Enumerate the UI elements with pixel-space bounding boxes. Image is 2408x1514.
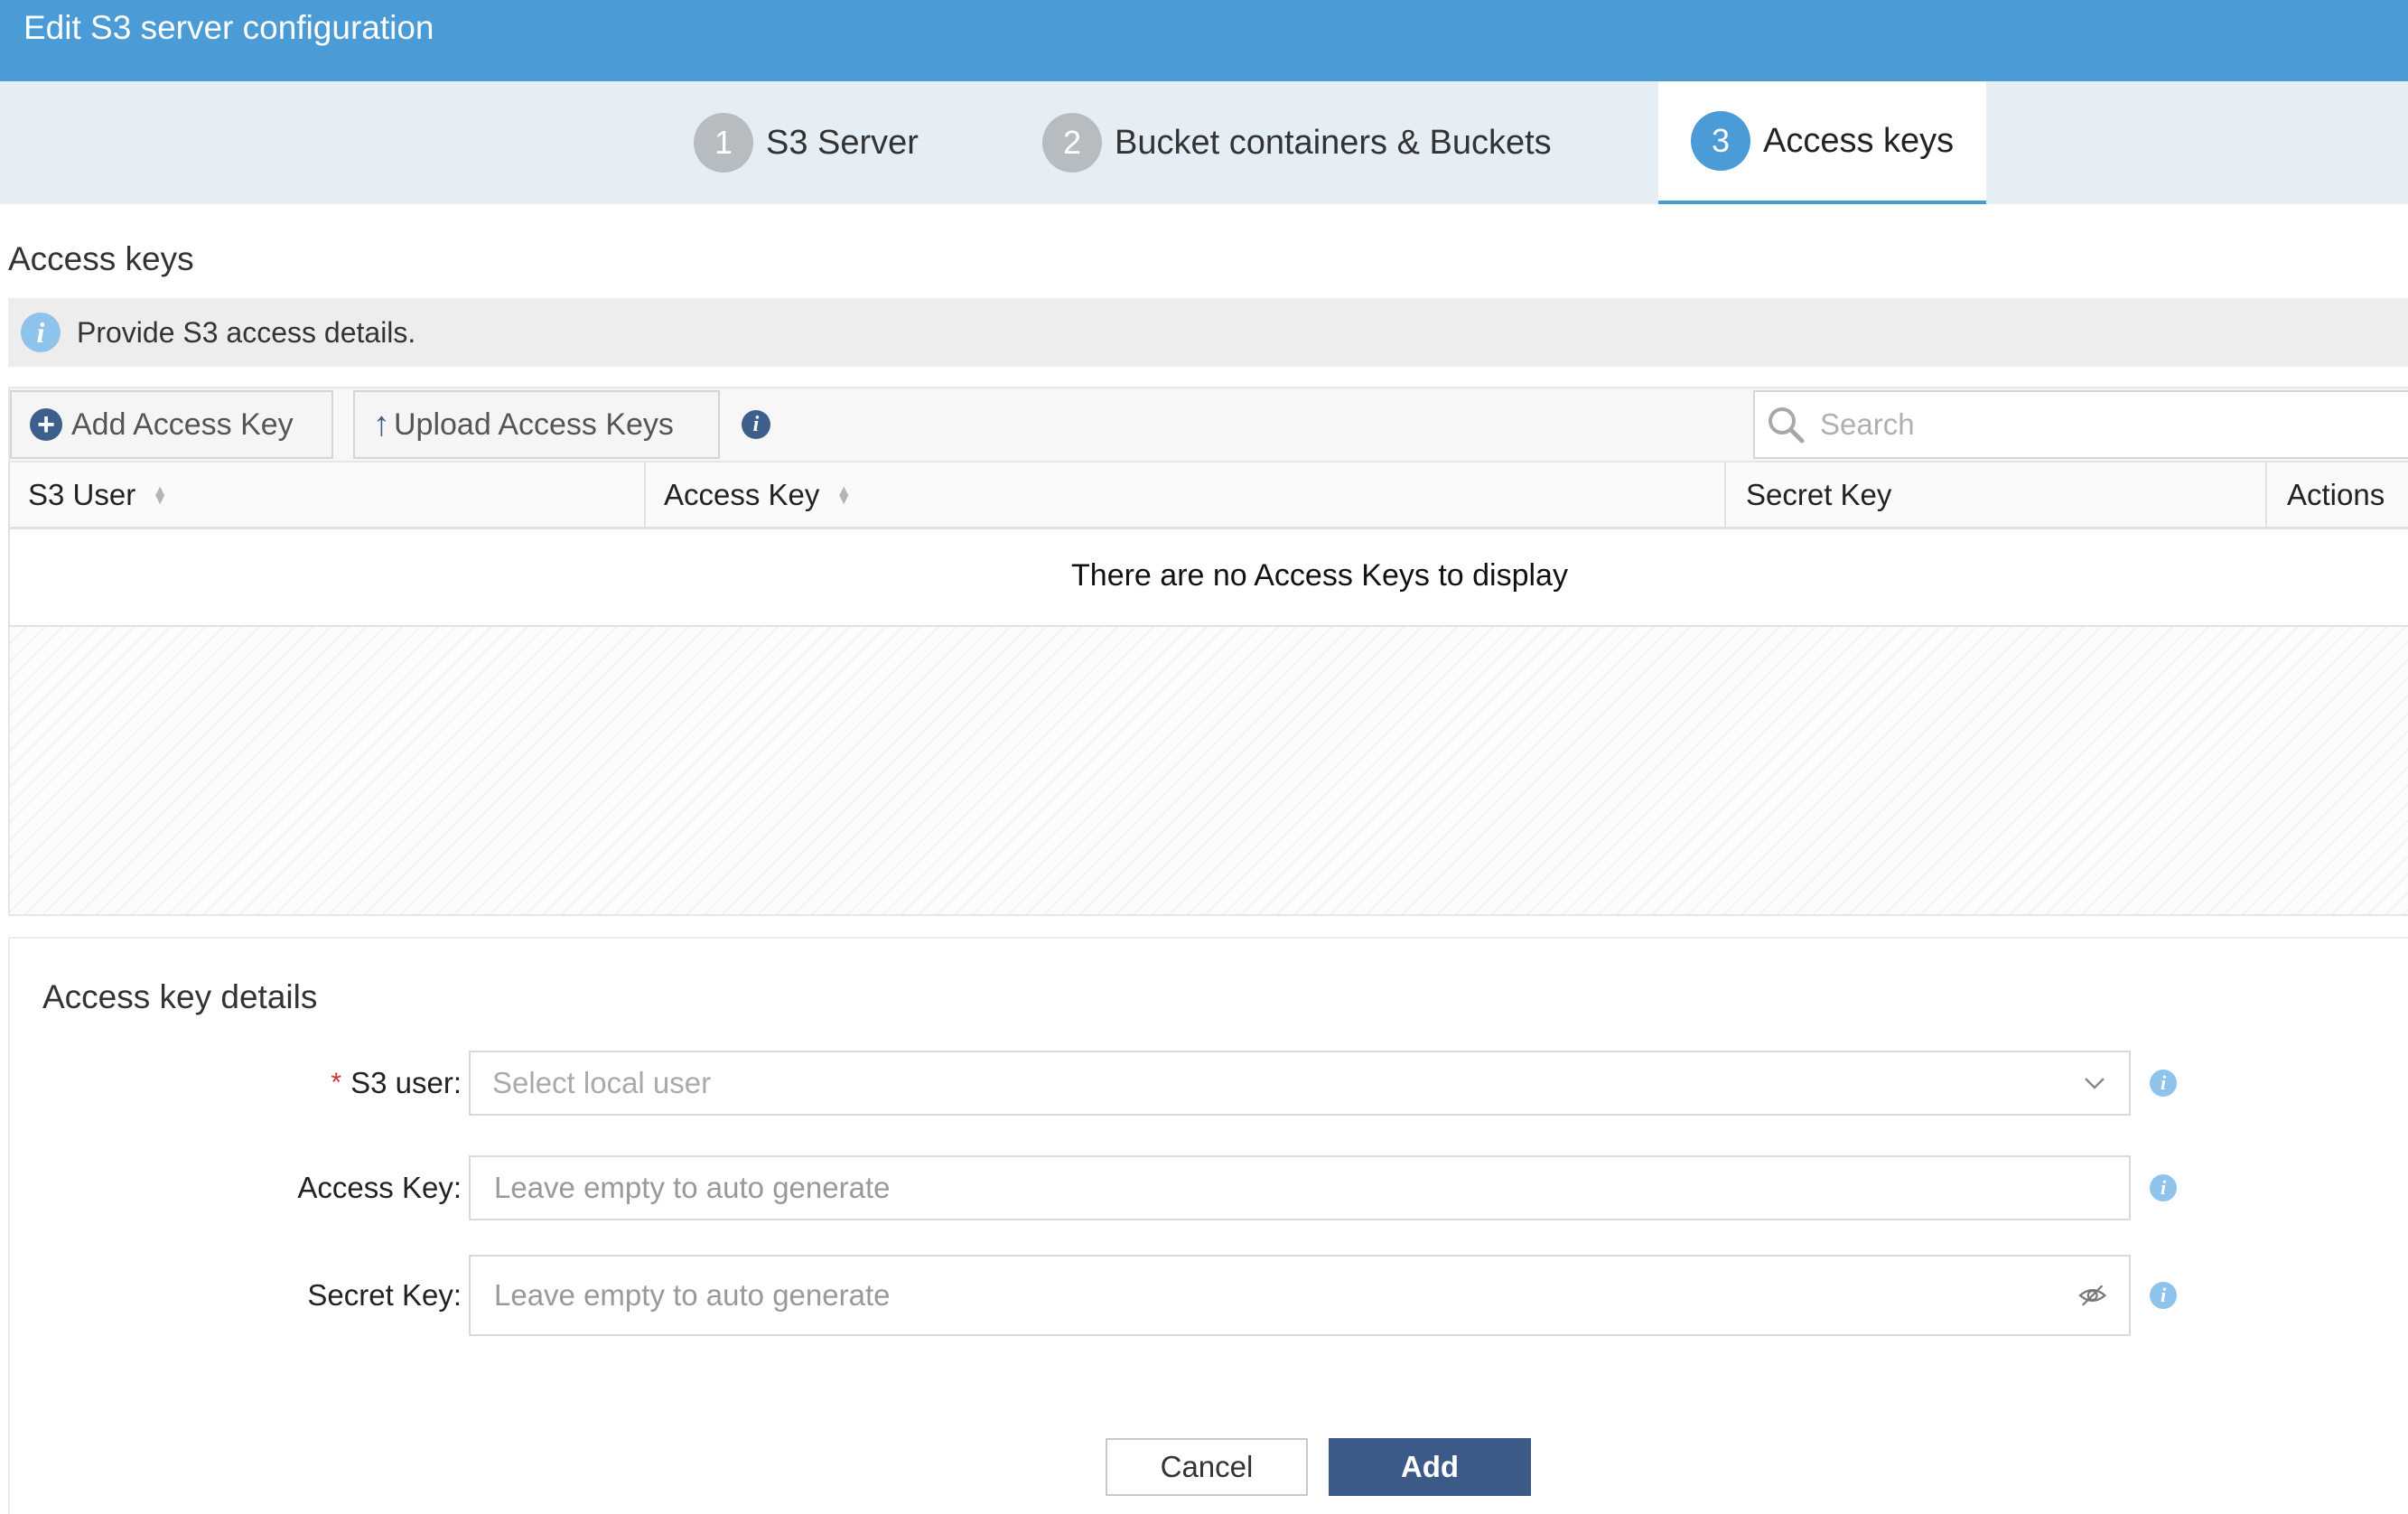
grid-toolbar: + Add Access Key ↑ Upload Access Keys i (8, 387, 2408, 463)
secret-key-label: Secret Key: (307, 1255, 462, 1336)
add-access-key-label: Add Access Key (71, 407, 294, 442)
access-key-row: Access Key: i (10, 1155, 2408, 1220)
step-number-3: 3 (1691, 111, 1750, 171)
access-key-input[interactable] (492, 1170, 2107, 1206)
upload-access-keys-button[interactable]: ↑ Upload Access Keys (353, 390, 720, 459)
step-s3-server[interactable]: 1 S3 Server (694, 81, 919, 204)
column-secret-key: Secret Key (1724, 463, 1891, 527)
upload-access-keys-label: Upload Access Keys (394, 407, 674, 442)
column-s3-user[interactable]: S3 User ▲ ▼ (28, 463, 168, 527)
required-marker: * (331, 1068, 342, 1098)
step-bucket-containers[interactable]: 2 Bucket containers & Buckets (1042, 81, 1552, 204)
empty-message: There are no Access Keys to display (1071, 558, 1568, 593)
label-text: Secret Key (307, 1278, 453, 1312)
step-number-2: 2 (1042, 113, 1102, 173)
info-icon[interactable]: i (2150, 1174, 2177, 1201)
grid-header: S3 User ▲ ▼ Access Key ▲ ▼ Secret Key Acti… (8, 463, 2408, 529)
column-access-key[interactable]: Access Key ▲ ▼ (644, 463, 852, 527)
section-title: Access keys (8, 240, 194, 277)
window-title: Edit S3 server configuration (23, 9, 434, 46)
wizard-steps: 1 S3 Server 2 Bucket containers & Bucket… (0, 81, 2408, 204)
s3-user-row: * S3 user: Select local user i (10, 1051, 2408, 1116)
arrow-up-icon: ↑ (373, 405, 390, 444)
info-icon[interactable]: i (2150, 1282, 2177, 1309)
secret-key-field[interactable] (469, 1255, 2131, 1336)
grid-body: There are no Access Keys to display (8, 529, 2408, 627)
s3-user-select[interactable]: Select local user (469, 1051, 2131, 1116)
s3-user-placeholder: Select local user (492, 1066, 712, 1099)
label-text: S3 user (350, 1066, 453, 1099)
cancel-button[interactable]: Cancel (1106, 1438, 1308, 1496)
access-key-details-panel: Access key details * S3 user: Select loc… (8, 937, 2408, 1514)
info-text: Provide S3 access details. (77, 315, 416, 349)
search-input[interactable] (1818, 407, 2360, 443)
step-access-keys[interactable]: 3 Access keys (1658, 81, 1987, 204)
access-key-field[interactable] (469, 1155, 2131, 1220)
sort-icon[interactable]: ▲ ▼ (152, 482, 168, 507)
info-banner: i Provide S3 access details. (8, 298, 2408, 367)
add-access-key-button[interactable]: + Add Access Key (10, 390, 333, 459)
label-text: Access Key (297, 1171, 453, 1204)
step-label: Bucket containers & Buckets (1115, 123, 1552, 162)
column-label: Actions (2287, 477, 2385, 511)
step-label: S3 Server (766, 123, 919, 162)
info-icon: i (21, 313, 61, 352)
window-title-bar: Edit S3 server configuration (0, 0, 2408, 81)
secret-key-row: Secret Key: i (10, 1255, 2408, 1336)
column-label: S3 User (28, 477, 136, 511)
column-actions: Actions (2265, 463, 2385, 527)
secret-key-input[interactable] (492, 1277, 2077, 1313)
access-key-label: Access Key: (297, 1155, 462, 1220)
column-label: Secret Key (1746, 477, 1892, 511)
grid-empty-area (8, 627, 2408, 916)
search-box (1753, 390, 2408, 459)
step-number-1: 1 (694, 113, 753, 173)
label-colon: : (453, 1066, 462, 1099)
s3-user-label: * S3 user: (331, 1051, 462, 1116)
search-icon (1769, 407, 1805, 444)
label-colon: : (453, 1278, 462, 1312)
column-label: Access Key (664, 477, 820, 511)
add-button[interactable]: Add (1329, 1438, 1531, 1496)
plus-circle-icon: + (30, 408, 62, 441)
details-title: Access key details (42, 978, 318, 1015)
info-icon[interactable]: i (742, 410, 770, 439)
chevron-down-icon (2085, 1078, 2105, 1089)
label-colon: : (453, 1171, 462, 1204)
info-icon[interactable]: i (2150, 1070, 2177, 1097)
eye-slash-icon[interactable] (2077, 1280, 2107, 1311)
step-label: Access keys (1763, 121, 1955, 160)
sort-icon[interactable]: ▲ ▼ (835, 482, 852, 507)
